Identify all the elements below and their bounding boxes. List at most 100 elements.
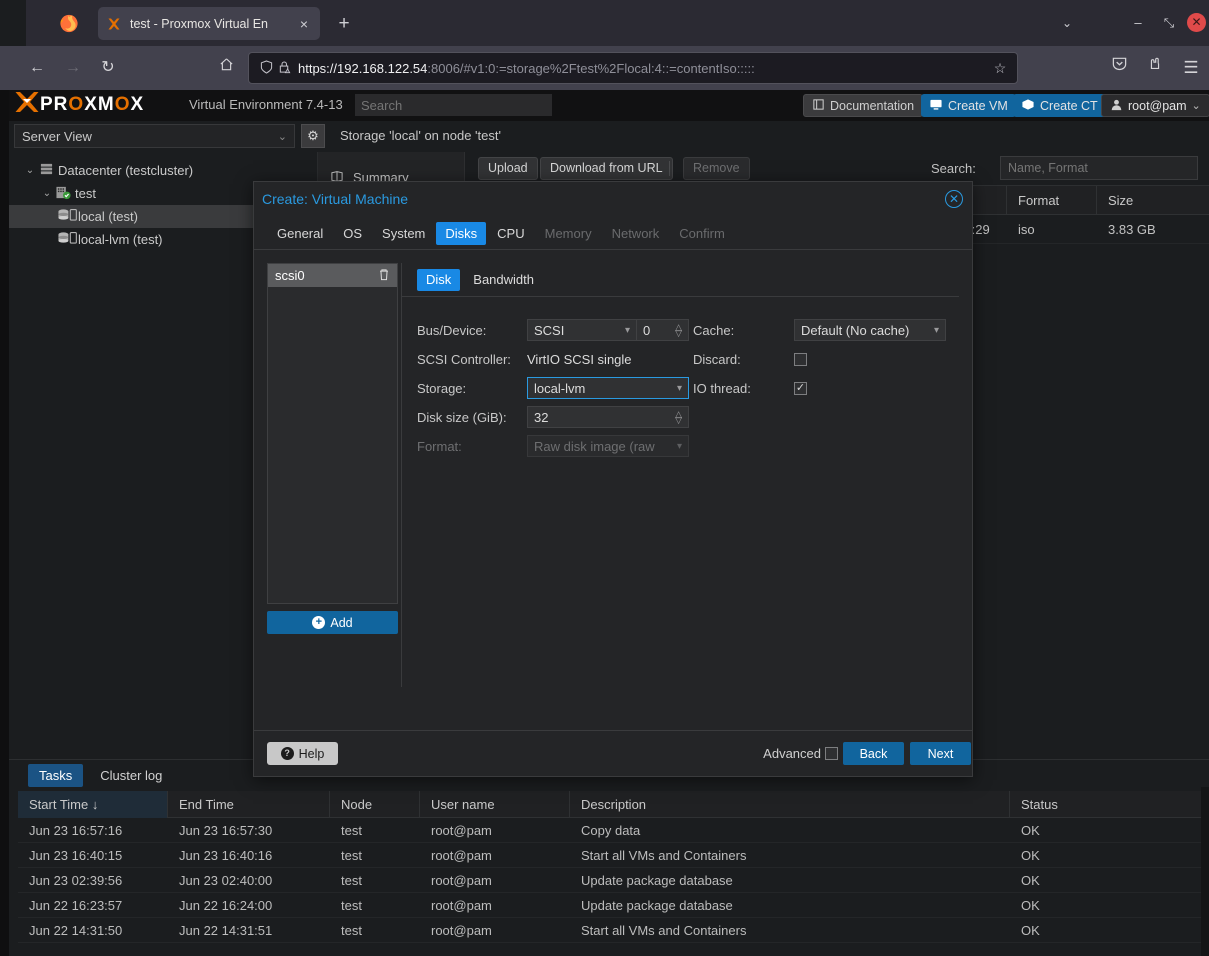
- disk-size-label: Disk size (GiB):: [417, 409, 507, 425]
- tab-disks[interactable]: Disks: [436, 221, 487, 245]
- column-header-format[interactable]: Format: [1007, 185, 1097, 215]
- column-header-size[interactable]: Size: [1097, 186, 1209, 215]
- cell-start-time: Jun 22 14:31:50: [29, 922, 123, 938]
- tree-item-datacenter[interactable]: ⌄ Datacenter (testcluster): [9, 159, 317, 182]
- field-storage: Storage: local-lvm ▾: [417, 377, 689, 399]
- tasks-panel: Tasks Cluster log Start Time ↓ End Time …: [9, 759, 1209, 956]
- cell-end-time: Jun 22 16:24:00: [179, 897, 273, 913]
- window-close-button[interactable]: ✕: [1187, 13, 1206, 32]
- pve-search-input[interactable]: [355, 94, 552, 116]
- table-row[interactable]: Jun 23 16:57:16 Jun 23 16:57:30 test roo…: [18, 818, 1209, 843]
- io-thread-checkbox[interactable]: ✓: [794, 381, 807, 395]
- pocket-icon[interactable]: [1105, 54, 1133, 82]
- add-button[interactable]: + Add: [267, 611, 398, 634]
- hamburger-menu-icon[interactable]: ☰: [1177, 54, 1205, 82]
- close-icon[interactable]: ✕: [945, 190, 963, 208]
- tab-general[interactable]: General: [268, 222, 332, 245]
- column-header-start-time[interactable]: Start Time ↓: [18, 790, 168, 818]
- tab-os[interactable]: OS: [334, 222, 371, 245]
- tab-cluster-log[interactable]: Cluster log: [89, 764, 173, 787]
- disk-size-input[interactable]: 32 △ ▽: [527, 406, 689, 428]
- dialog-body: scsi0 + Add Disk Bandwidth Bus/Device: S…: [254, 250, 972, 700]
- tab-list-chevron-down-icon[interactable]: ⌄: [1053, 10, 1081, 36]
- cell-format: iso: [1018, 221, 1035, 237]
- cell-end-time: Jun 23 02:40:00: [179, 872, 273, 888]
- device-list: scsi0: [267, 263, 398, 604]
- url-text[interactable]: https://192.168.122.54:8006/#v1:0:=stora…: [298, 61, 991, 76]
- user-menu-button[interactable]: root@pam ⌄: [1101, 94, 1209, 117]
- create-ct-button[interactable]: Create CT: [1013, 94, 1106, 117]
- twisty-icon[interactable]: ⌄: [23, 165, 37, 176]
- device-index-spinner[interactable]: 0 △ ▽: [637, 319, 689, 341]
- upload-button[interactable]: Upload: [478, 157, 538, 180]
- table-row[interactable]: Jun 22 14:31:50 Jun 22 14:31:51 test roo…: [18, 918, 1209, 943]
- table-row[interactable]: Jun 22 16:23:57 Jun 22 16:24:00 test roo…: [18, 893, 1209, 918]
- forward-button[interactable]: →: [59, 54, 87, 82]
- pve-version-label: Virtual Environment 7.4-13: [189, 97, 343, 112]
- home-button[interactable]: [212, 54, 240, 82]
- window-minimize-button[interactable]: –: [1124, 10, 1152, 36]
- window-maximize-button[interactable]: ⤡: [1155, 10, 1183, 36]
- chevron-down-icon: ▾: [933, 324, 939, 336]
- column-header-user-name[interactable]: User name: [420, 790, 570, 818]
- browser-tab-bar: test - Proxmox Virtual En × + ⌄ – ⤡ ✕: [0, 0, 1209, 46]
- column-header-status[interactable]: Status: [1010, 791, 1209, 818]
- insecure-lock-warning-icon[interactable]: [275, 60, 293, 77]
- tab-tasks[interactable]: Tasks: [28, 764, 84, 787]
- tree-item-label: local (test): [78, 209, 138, 224]
- dialog-help-button[interactable]: ? Help: [267, 742, 338, 765]
- field-discard: Discard:: [693, 348, 807, 370]
- cell-size: 3.83 GB: [1108, 221, 1156, 237]
- back-button[interactable]: ←: [23, 54, 51, 82]
- cell-start-time: Jun 22 16:23:57: [29, 897, 123, 913]
- reload-button[interactable]: ↻: [94, 54, 122, 82]
- advanced-checkbox[interactable]: [825, 747, 838, 760]
- column-header-end-time[interactable]: End Time: [168, 790, 330, 818]
- bus-device-select[interactable]: SCSI ▾: [527, 319, 637, 341]
- iso-search-input[interactable]: [1000, 156, 1198, 180]
- extensions-icon[interactable]: [1141, 54, 1169, 82]
- dialog-header: Create: Virtual Machine ✕: [254, 182, 972, 217]
- browser-tab[interactable]: test - Proxmox Virtual En ×: [98, 7, 320, 40]
- column-header-node[interactable]: Node: [330, 790, 420, 818]
- toolbar-divider: [669, 161, 670, 176]
- tree-item-label: local-lvm (test): [78, 232, 163, 247]
- tab-system[interactable]: System: [373, 222, 434, 245]
- back-button[interactable]: Back: [843, 742, 904, 765]
- field-disk-size: Disk size (GiB): 32 △ ▽: [417, 406, 689, 428]
- trash-icon[interactable]: [378, 268, 390, 284]
- tab-cpu[interactable]: CPU: [488, 222, 533, 245]
- tracking-shield-icon[interactable]: [257, 59, 275, 77]
- table-row[interactable]: Jun 23 16:40:15 Jun 23 16:40:16 test roo…: [18, 843, 1209, 868]
- create-vm-button[interactable]: Create VM: [921, 94, 1016, 117]
- discard-checkbox[interactable]: [794, 352, 807, 366]
- next-button[interactable]: Next: [910, 742, 971, 765]
- subtab-disk[interactable]: Disk: [417, 268, 461, 291]
- column-header-description[interactable]: Description: [570, 790, 1010, 818]
- spinner-arrows-icon[interactable]: △ ▽: [669, 410, 682, 425]
- discard-label: Discard:: [693, 351, 741, 367]
- tabstrip-left-gap: [0, 0, 26, 46]
- subtab-bandwidth[interactable]: Bandwidth: [464, 269, 543, 291]
- view-selector[interactable]: Server View ⌄: [14, 124, 295, 148]
- twisty-icon[interactable]: ⌄: [40, 188, 54, 199]
- gear-icon[interactable]: ⚙: [301, 124, 325, 148]
- table-row[interactable]: Jun 23 02:39:56 Jun 23 02:40:00 test roo…: [18, 868, 1209, 893]
- documentation-button[interactable]: Documentation: [803, 94, 924, 117]
- browser-tab-title: test - Proxmox Virtual En: [130, 16, 269, 31]
- download-from-url-button[interactable]: Download from URL: [540, 157, 673, 180]
- cell-end-time: Jun 23 16:40:16: [179, 847, 273, 863]
- disk-size-value: 32: [534, 409, 549, 425]
- spinner-arrows-icon[interactable]: △ ▽: [669, 323, 682, 338]
- cache-select[interactable]: Default (No cache) ▾: [794, 319, 946, 341]
- format-value: Raw disk image (raw: [534, 438, 655, 454]
- storage-select[interactable]: local-lvm ▾: [527, 377, 689, 399]
- url-bar[interactable]: https://192.168.122.54:8006/#v1:0:=stora…: [248, 52, 1018, 84]
- user-icon: [1110, 98, 1123, 114]
- bookmark-star-icon[interactable]: ☆: [991, 60, 1009, 77]
- list-item-scsi0[interactable]: scsi0: [268, 264, 397, 287]
- tasks-scrollbar[interactable]: [1201, 787, 1209, 956]
- tab-close-icon[interactable]: ×: [296, 16, 312, 32]
- new-tab-button[interactable]: +: [331, 11, 357, 37]
- scsi-controller-label: SCSI Controller:: [417, 351, 511, 367]
